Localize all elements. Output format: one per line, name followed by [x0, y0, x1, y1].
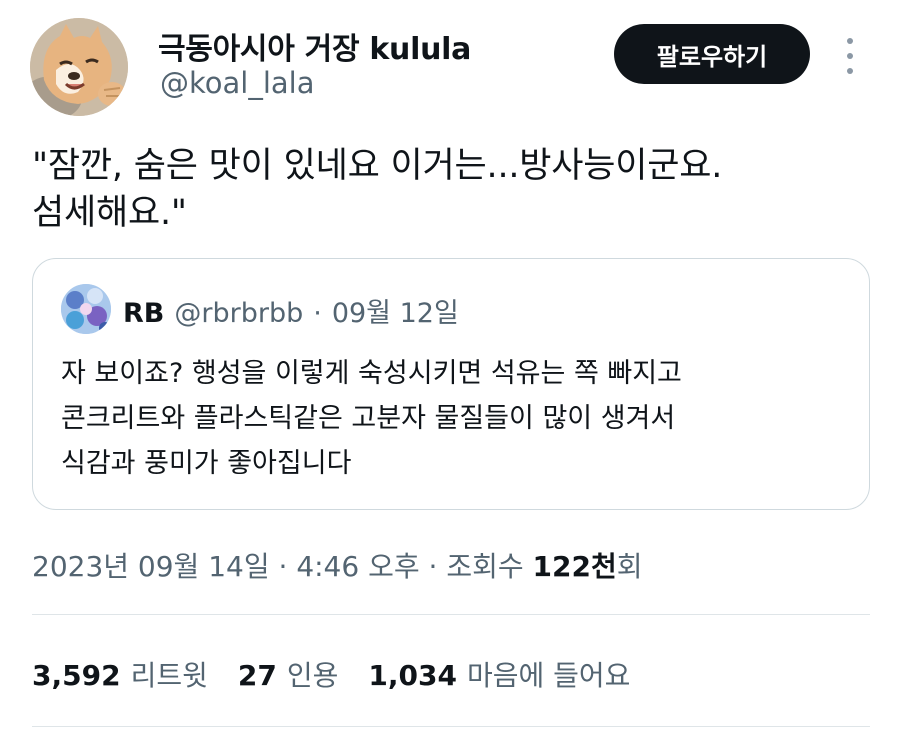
engagement-stats: 3,592 리트윗 27 인용 1,034 마음에 들어요 — [32, 654, 630, 694]
dog-photo-avatar-icon — [30, 18, 128, 116]
retweets-count: 3,592 — [32, 659, 121, 692]
tweet-line: 섬세해요." — [32, 193, 187, 233]
views-count: 122천 — [532, 550, 617, 583]
quotes-count: 27 — [237, 659, 277, 692]
quote-author-name[interactable]: RB — [123, 298, 164, 329]
quote-author-handle[interactable]: @rbrbrbb — [174, 298, 303, 329]
tweet-line: "잠깐, 숨은 맛이 있네요 이거는...방사능이군요. — [32, 146, 723, 186]
likes-count: 1,034 — [368, 659, 457, 692]
more-options-icon[interactable] — [838, 36, 862, 76]
tweet-time[interactable]: 4:46 오후 — [296, 550, 419, 583]
quotes-stat[interactable]: 27 인용 — [238, 654, 339, 694]
quote-line: 콘크리트와 플라스틱같은 고분자 물질들이 많이 생겨서 — [61, 403, 676, 434]
likes-label: 마음에 들어요 — [466, 659, 631, 692]
author-handle[interactable]: @koal_lala — [160, 66, 315, 100]
likes-stat[interactable]: 1,034 마음에 들어요 — [368, 654, 630, 694]
more-dot — [847, 53, 853, 59]
quote-line: 자 보이죠? 행성을 이렇게 숙성시키면 석유는 쪽 빠지고 — [61, 358, 682, 389]
quote-header: RB @rbrbrbb · 09월 12일 — [123, 291, 459, 330]
tweet-text: "잠깐, 숨은 맛이 있네요 이거는...방사능이군요. 섬세해요." — [32, 143, 872, 237]
more-dot — [847, 38, 853, 44]
more-dot — [847, 68, 853, 74]
tweet-metadata: 2023년 09월 14일 · 4:46 오후 · 조회수 122천회 — [32, 545, 643, 585]
quote-line: 식감과 풍미가 좋아집니다 — [61, 448, 352, 479]
views-label: 조회수 — [446, 550, 533, 583]
divider — [32, 614, 870, 615]
retweets-stat[interactable]: 3,592 리트윗 — [32, 654, 208, 694]
tweet-date[interactable]: 2023년 09월 14일 — [32, 550, 270, 583]
quote-date[interactable]: 09월 12일 — [332, 291, 459, 330]
follow-button[interactable]: 팔로우하기 — [614, 24, 810, 84]
retweets-label: 리트윗 — [130, 659, 208, 692]
quote-author-avatar[interactable] — [61, 284, 111, 334]
quote-separator: · — [313, 298, 322, 329]
author-avatar[interactable] — [30, 18, 128, 116]
meta-separator: · — [419, 550, 447, 583]
quoted-tweet-card[interactable]: RB @rbrbrbb · 09월 12일 자 보이죠? 행성을 이렇게 숙성시… — [32, 258, 870, 510]
divider — [32, 726, 870, 727]
quote-text: 자 보이죠? 행성을 이렇게 숙성시키면 석유는 쪽 빠지고 콘크리트와 플라스… — [61, 351, 851, 486]
blue-pattern-avatar-icon — [61, 284, 111, 334]
meta-separator: · — [269, 550, 297, 583]
author-display-name[interactable]: 극동아시아 거장 kulula — [158, 24, 471, 68]
views-suffix: 회 — [616, 550, 643, 583]
quotes-label: 인용 — [286, 659, 339, 692]
